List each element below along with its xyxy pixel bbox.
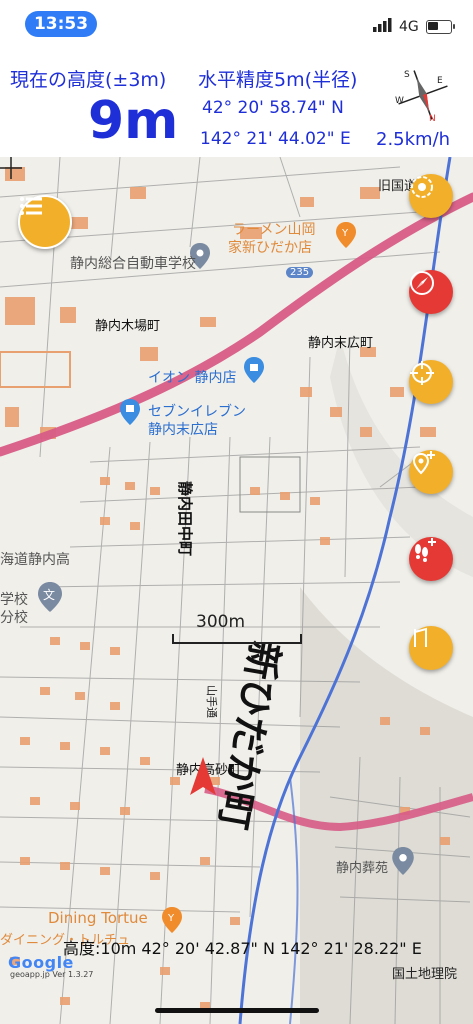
svg-text:文: 文	[43, 587, 55, 602]
label-seven: セブンイレブン	[148, 404, 246, 420]
accuracy-label: 水平精度5m(半径)	[198, 69, 358, 91]
restaurant-pin-icon[interactable]: Y	[336, 222, 356, 248]
status-time: 13:53	[25, 11, 97, 37]
scale-label: 300m	[196, 612, 246, 632]
label-suehiro-cho: 静内末広町	[308, 336, 374, 351]
svg-text:Y: Y	[167, 913, 175, 924]
route-icon	[414, 627, 427, 647]
menu-button[interactable]	[18, 195, 72, 249]
signal-icon	[373, 18, 392, 32]
compass-icon	[410, 271, 434, 295]
layers-button[interactable]	[409, 174, 453, 218]
target-button[interactable]	[409, 360, 453, 404]
label-school-2: 学校	[0, 592, 28, 608]
label-route-235: 235	[286, 267, 314, 278]
label-dining: Dining Tortue	[48, 909, 148, 927]
gsi-attribution: 国土地理院	[392, 967, 458, 982]
add-place-icon	[412, 451, 435, 475]
label-high-school: 海道静内高	[0, 552, 70, 568]
school-pin-icon[interactable]: 文	[38, 582, 62, 612]
dining-pin-icon[interactable]: Y	[162, 907, 182, 933]
menu-icon	[20, 197, 42, 215]
speed-value: 2.5km/h	[376, 129, 451, 150]
scale-bar	[172, 634, 302, 644]
location-arrow-icon	[190, 757, 216, 795]
add-track-button[interactable]	[409, 537, 453, 581]
status-bar: 13:53 4G	[0, 0, 473, 50]
store-pin-icon[interactable]	[120, 399, 140, 425]
latitude-value: 42° 20' 58.74" N	[202, 98, 344, 118]
funeral-pin-icon[interactable]	[392, 847, 414, 875]
route-button[interactable]	[409, 626, 453, 670]
label-tanaka: 静内田中町	[176, 481, 194, 557]
label-ramen-2: 家新ひだか店	[228, 240, 312, 256]
map-view[interactable]: 旧国道 ラーメン山岡 家新ひだか店 Y 静内総合自動車学校 235 静内木場町 …	[0, 157, 473, 1024]
network-type: 4G	[399, 19, 419, 35]
layers-icon	[411, 176, 433, 198]
app-version: geoapp.jp Ver 1.3.27	[10, 970, 94, 979]
longitude-value: 142° 21' 44.02" E	[200, 129, 351, 149]
label-school-3: 分校	[0, 610, 28, 626]
crosshair-icon	[0, 157, 22, 179]
battery-icon	[426, 20, 455, 34]
map-base	[0, 157, 473, 1024]
compass-n: N	[429, 114, 436, 123]
label-seven-2: 静内末広店	[148, 422, 218, 438]
compass-s: S	[404, 70, 410, 80]
crosshair-coordinates: 高度:10m 42° 20' 42.87" N 142° 21' 28.22" …	[63, 939, 422, 958]
label-ramen: ラーメン山岡	[232, 222, 316, 238]
shop-pin-icon[interactable]	[244, 357, 264, 383]
add-place-button[interactable]	[409, 450, 453, 494]
label-aeon: イオン 静内店	[148, 370, 237, 386]
compass-w: W	[395, 96, 404, 106]
altitude-label: 現在の高度(±3m)	[10, 69, 167, 91]
compass-e: E	[437, 76, 443, 86]
info-header: 現在の高度(±3m) 水平精度5m(半径) 9m 42° 20' 58.74" …	[0, 55, 473, 157]
target-icon	[410, 361, 434, 385]
label-funeral: 静内葬苑	[336, 861, 389, 876]
compass-rose-icon: S E W N	[395, 70, 448, 123]
label-yamate: 山手通	[205, 685, 218, 718]
footprints-icon	[415, 538, 436, 562]
label-driving-school: 静内総合自動車学校	[70, 256, 196, 272]
altitude-value: 9m	[88, 91, 179, 151]
label-kiba: 静内木場町	[95, 319, 161, 334]
svg-text:Y: Y	[341, 228, 349, 239]
home-indicator[interactable]	[155, 1008, 319, 1013]
compass-button[interactable]	[409, 270, 453, 314]
